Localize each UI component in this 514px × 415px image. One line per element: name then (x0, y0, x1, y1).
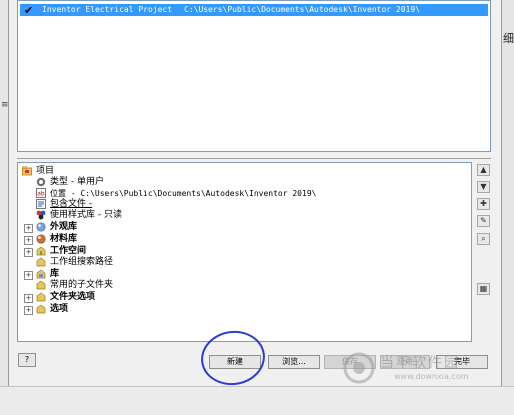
workgroup-path-icon (36, 257, 46, 267)
tree-group-label: 材料库 (50, 234, 78, 244)
library-icon (36, 269, 46, 279)
tree-group-label: 工作空间 (50, 246, 87, 256)
find-paths-button[interactable]: ⌕ (477, 233, 490, 245)
project-settings-tree[interactable]: 项目 类型 - 单用户 ab 位置 - C:\Users\Public\Docu… (17, 162, 472, 342)
tree-group-label: 选项 (50, 304, 69, 314)
include-file-icon (36, 199, 46, 209)
project-root-icon (22, 166, 32, 176)
watermark-logo-icon (343, 352, 375, 384)
tree-root-label: 项目 (36, 166, 55, 176)
appearance-library-icon (36, 222, 46, 232)
tree-group-label: 外观库 (50, 222, 78, 232)
tree-item-label: 使用样式库 - 只读 (50, 210, 122, 220)
project-path: C:\Users\Public\Documents\Autodesk\Inven… (184, 5, 421, 14)
project-name: Inventor Electrical Project (42, 5, 173, 14)
folder-options-icon (36, 292, 46, 302)
watermark: 当下软件园 www.downxia.com (342, 351, 492, 385)
tree-item-label: 工作组搜索路径 (50, 257, 114, 267)
project-type-icon (36, 177, 46, 187)
material-library-icon (36, 234, 46, 244)
tree-item-label: 类型 - 单用户 (50, 177, 104, 187)
help-button[interactable]: ? (18, 353, 36, 367)
host-status-strip (0, 386, 514, 415)
project-list[interactable]: ✔ Inventor Electrical Project C:\Users\P… (17, 0, 491, 152)
add-path-button[interactable]: ✚ (477, 198, 490, 210)
svg-text:ab: ab (37, 191, 45, 198)
splitter[interactable] (17, 158, 491, 159)
style-library-icon (36, 210, 46, 220)
browse-button[interactable]: 浏览... (268, 355, 320, 369)
workspace-icon (36, 246, 46, 256)
subfolder-icon (36, 280, 46, 290)
expand-icon[interactable]: + (24, 271, 33, 280)
configure-library-button[interactable]: ▦ (477, 283, 490, 295)
tree-item-label: 包含文件 - (50, 199, 93, 209)
background-right-label: 细 (503, 32, 514, 45)
expand-icon[interactable]: + (24, 236, 33, 245)
project-row-selected[interactable]: ✔ Inventor Electrical Project C:\Users\P… (20, 4, 488, 17)
tree-group-label: 库 (50, 269, 60, 279)
active-check-icon: ✔ (24, 4, 34, 17)
expand-icon[interactable]: + (24, 294, 33, 303)
location-icon: ab (36, 188, 46, 198)
options-icon (36, 304, 46, 314)
watermark-brand: 当下软件园 (380, 355, 460, 371)
expand-icon[interactable]: + (24, 306, 33, 315)
edit-button[interactable]: ✎ (477, 215, 490, 227)
tree-group-label: 文件夹选项 (50, 292, 96, 302)
background-app-right (500, 0, 514, 414)
expand-icon[interactable]: + (24, 248, 33, 257)
tree-item-label: 位置 - C:\Users\Public\Documents\Autodesk\… (50, 189, 317, 198)
watermark-url: www.downxia.com (394, 372, 469, 381)
tree-item-label: 常用的子文件夹 (50, 280, 114, 290)
move-down-button[interactable]: ▼ (477, 181, 490, 193)
expand-icon[interactable]: + (24, 224, 33, 233)
move-up-button[interactable]: ▲ (477, 164, 490, 176)
